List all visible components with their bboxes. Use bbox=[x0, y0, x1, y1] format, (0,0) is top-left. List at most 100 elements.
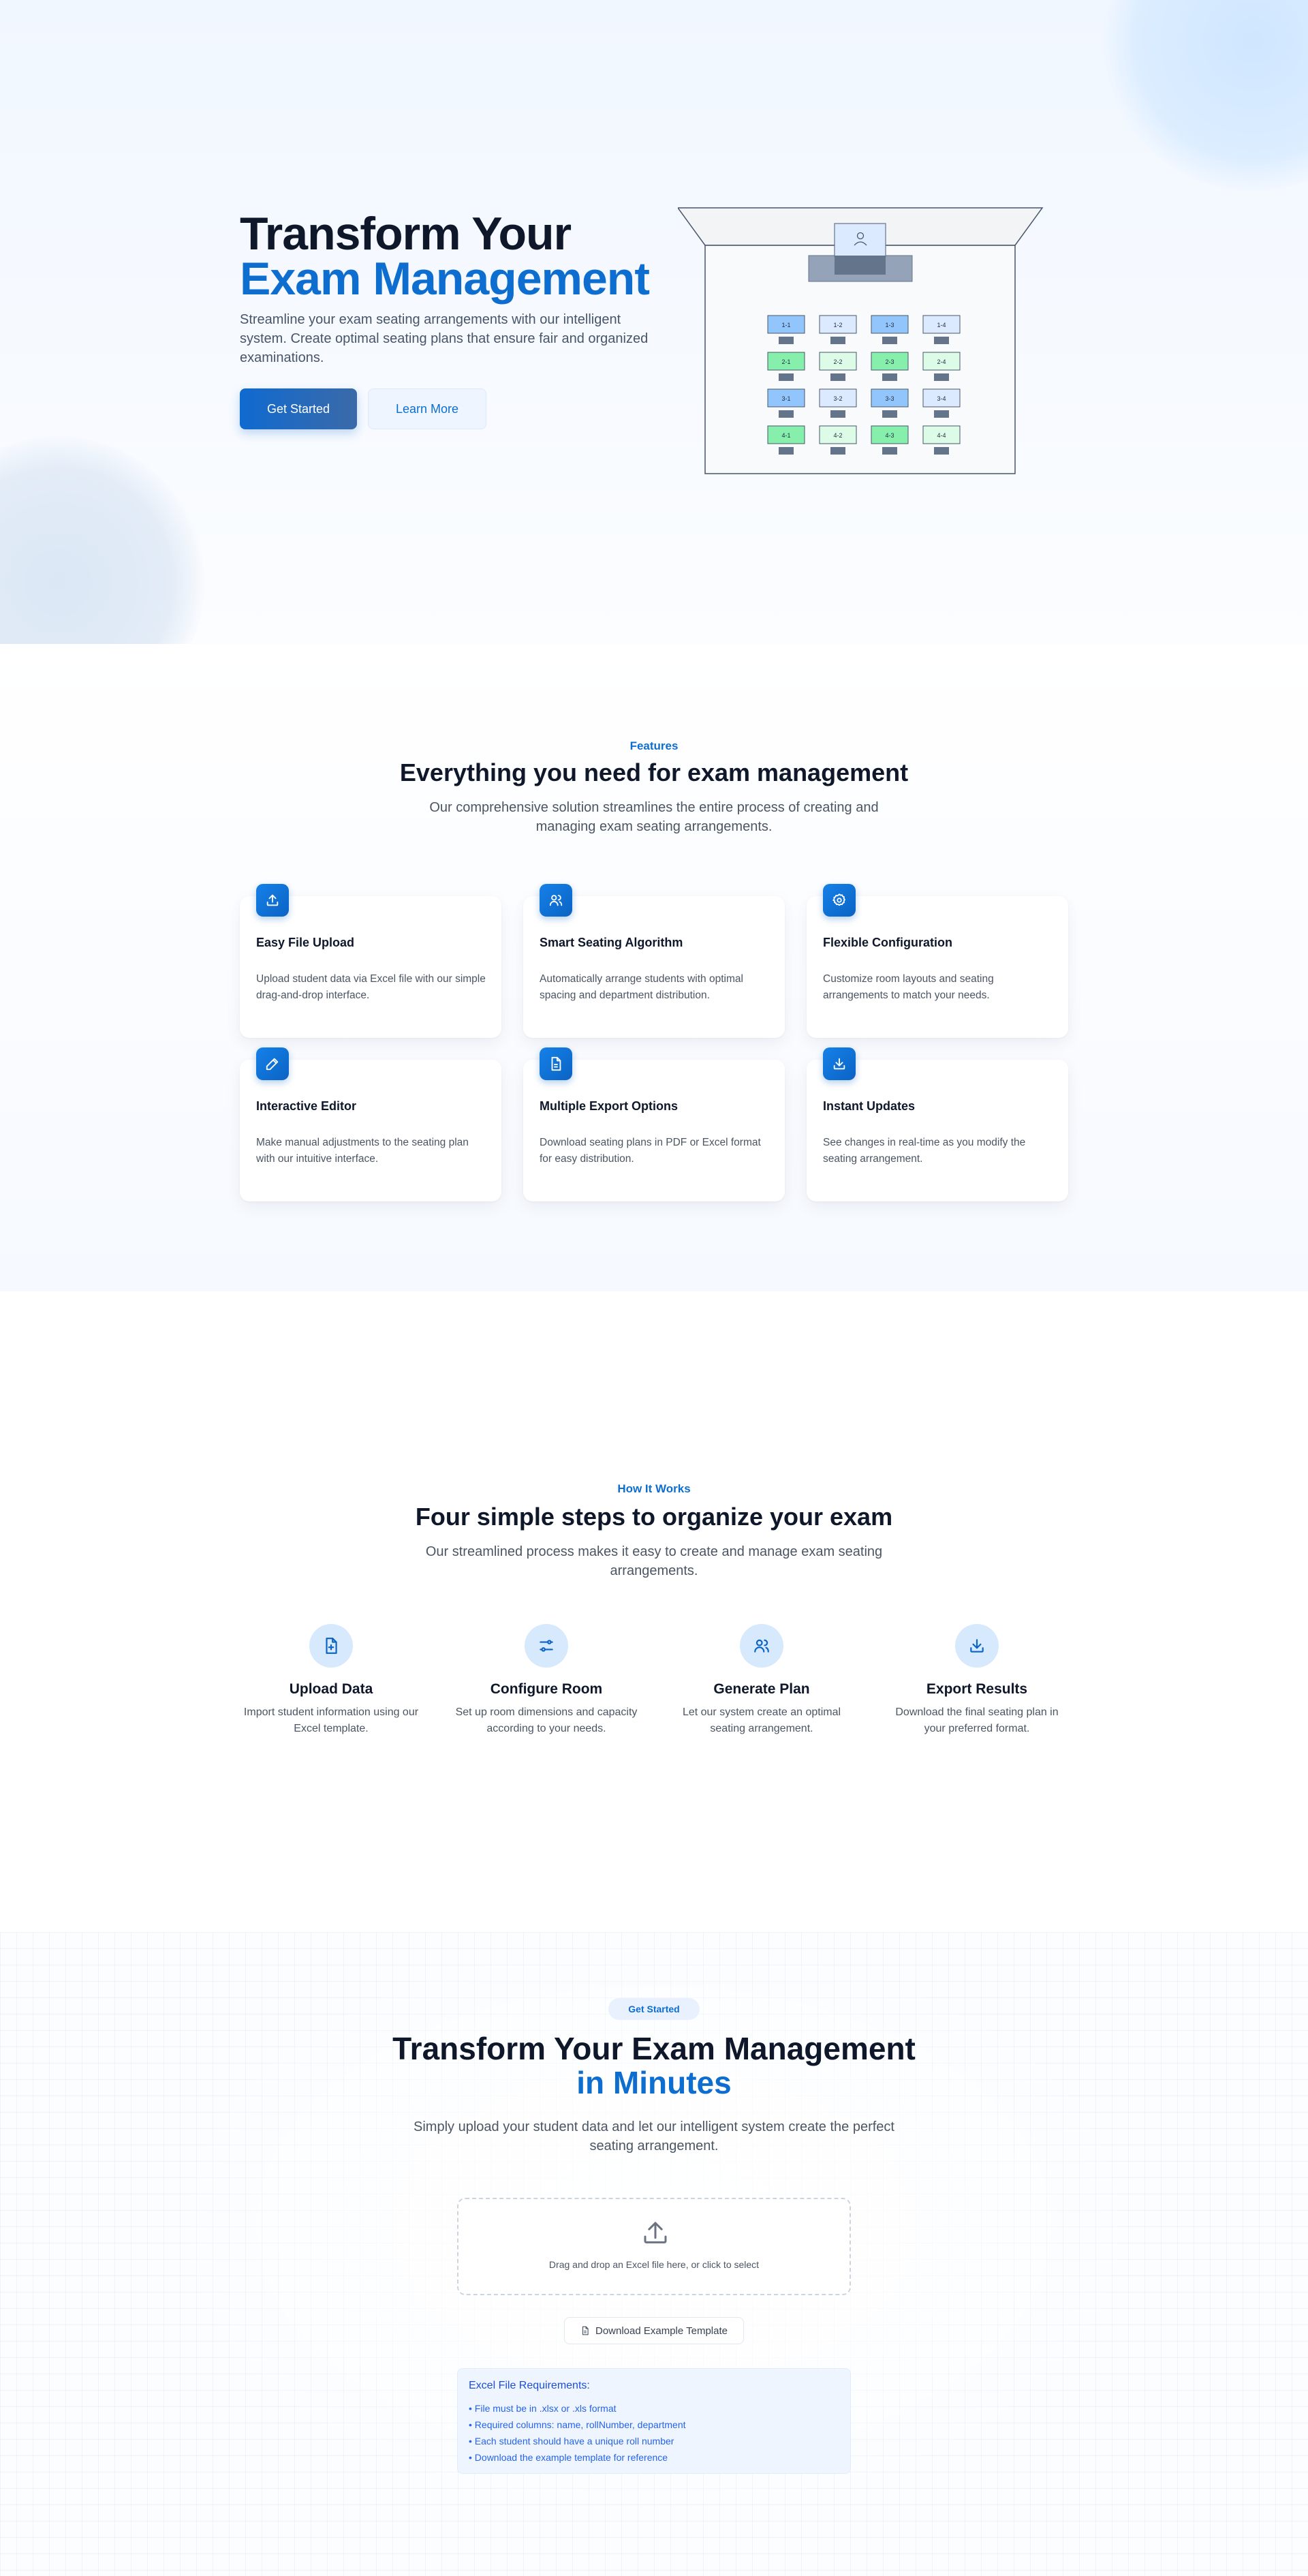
student-chair bbox=[830, 337, 845, 344]
teacher-station bbox=[834, 223, 886, 257]
learn-more-button[interactable]: Learn More bbox=[368, 388, 486, 429]
seat-label: 4-2 bbox=[833, 432, 842, 439]
hero-title-line2: Exam Management bbox=[240, 253, 650, 305]
step-title: Upload Data bbox=[289, 1681, 373, 1697]
dropzone-text: Drag and drop an Excel file here, or cli… bbox=[548, 2259, 760, 2270]
features-section: Features Everything you need for exam ma… bbox=[0, 644, 1308, 1291]
student-chair bbox=[934, 373, 949, 381]
student-chair bbox=[830, 373, 845, 381]
feature-description: Download seating plans in PDF or Excel f… bbox=[540, 1137, 761, 1165]
requirement-item: • Required columns: name, rollNumber, de… bbox=[469, 2419, 686, 2430]
step-description: Import student information using our Exc… bbox=[243, 1706, 419, 1734]
seat-label: 2-1 bbox=[781, 358, 790, 365]
seat-label: 4-1 bbox=[781, 432, 790, 439]
student-chair bbox=[882, 337, 897, 344]
requirement-item: • File must be in .xlsx or .xls format bbox=[469, 2403, 617, 2414]
get-started-button[interactable]: Get Started bbox=[240, 388, 357, 429]
feature-card-upload: Easy File Upload Upload student data via… bbox=[240, 884, 501, 1038]
seat-label: 1-1 bbox=[781, 322, 790, 328]
step-description: Let our system create an optimal seating… bbox=[682, 1706, 841, 1734]
users-icon bbox=[740, 1624, 783, 1668]
how-it-works-eyebrow: How It Works bbox=[617, 1482, 691, 1495]
feature-title: Flexible Configuration bbox=[823, 936, 953, 949]
get-started-badge: Get Started bbox=[608, 1998, 700, 2020]
step-title: Configure Room bbox=[490, 1681, 603, 1697]
decorative-blob bbox=[0, 436, 204, 644]
download-template-label: Download Example Template bbox=[595, 2325, 728, 2337]
step-generate-plan: Generate Plan Let our system create an o… bbox=[659, 1624, 864, 1737]
student-chair bbox=[934, 337, 949, 344]
seat-label: 3-3 bbox=[885, 395, 894, 402]
sliders-icon bbox=[525, 1624, 568, 1668]
seat-label: 3-1 bbox=[781, 395, 790, 402]
feature-title: Interactive Editor bbox=[256, 1099, 357, 1113]
feature-description: Automatically arrange students with opti… bbox=[540, 973, 743, 1001]
get-started-section: Get Started Transform Your Exam Manageme… bbox=[0, 1932, 1308, 2576]
upload-icon bbox=[644, 2222, 667, 2243]
hero-section: Transform Your Exam Management Streamlin… bbox=[0, 0, 1308, 644]
seat-label: 2-2 bbox=[833, 358, 842, 365]
student-chair bbox=[934, 447, 949, 455]
student-chair bbox=[779, 373, 794, 381]
feature-card-updates: Instant Updates See changes in real-time… bbox=[807, 1047, 1068, 1201]
seat-label: 3-2 bbox=[833, 395, 842, 402]
download-icon bbox=[955, 1624, 999, 1668]
pencil-icon bbox=[256, 1047, 289, 1080]
step-configure-room: Configure Room Set up room dimensions an… bbox=[444, 1624, 649, 1737]
step-title: Generate Plan bbox=[713, 1681, 810, 1697]
gear-icon bbox=[823, 884, 856, 917]
classroom-illustration: 1-1 1-2 1-3 1-4 2-1 2-2 2-3 2-4 3-1 3-2 3-3 3-4 4-1 4… bbox=[678, 207, 1044, 474]
step-export-results: Export Results Download the final seatin… bbox=[875, 1624, 1079, 1737]
how-it-works-subtitle: Our streamlined process makes it easy to… bbox=[425, 1544, 883, 1578]
users-icon bbox=[540, 884, 572, 917]
file-plus-icon bbox=[309, 1624, 353, 1668]
feature-card-editor: Interactive Editor Make manual adjustmen… bbox=[240, 1047, 501, 1201]
seat-label: 4-4 bbox=[937, 432, 946, 439]
hero-subtitle: Streamline your exam seating arrangement… bbox=[240, 312, 649, 365]
step-description: Download the final seating plan in your … bbox=[895, 1706, 1059, 1734]
step-title: Export Results bbox=[926, 1681, 1028, 1697]
hero-title-line1: Transform Your bbox=[240, 208, 572, 260]
how-it-works-section: How It Works Four simple steps to organi… bbox=[0, 1291, 1308, 1932]
requirement-item: • Download the example template for refe… bbox=[469, 2452, 668, 2463]
requirements-list: • File must be in .xlsx or .xls format •… bbox=[469, 2400, 686, 2466]
feature-description: See changes in real-time as you modify t… bbox=[823, 1137, 1026, 1165]
feature-title: Smart Seating Algorithm bbox=[540, 936, 683, 949]
features-subtitle: Our comprehensive solution streamlines t… bbox=[429, 800, 879, 834]
get-started-title-line1: Transform Your Exam Management bbox=[392, 2031, 916, 2066]
student-chair bbox=[779, 410, 794, 418]
feature-title: Multiple Export Options bbox=[540, 1099, 678, 1113]
download-icon bbox=[823, 1047, 856, 1080]
get-started-title: Transform Your Exam Management in Minute… bbox=[0, 2031, 1308, 2100]
requirements-panel: Excel File Requirements: • File must be … bbox=[457, 2368, 851, 2474]
step-upload-data: Upload Data Import student information u… bbox=[229, 1624, 433, 1737]
feature-description: Upload student data via Excel file with … bbox=[256, 973, 486, 1001]
hero-title: Transform Your Exam Management bbox=[240, 208, 650, 305]
seat-label: 4-3 bbox=[885, 432, 894, 439]
student-chair bbox=[882, 410, 897, 418]
document-icon bbox=[540, 1047, 572, 1080]
features-eyebrow: Features bbox=[629, 739, 679, 752]
feature-card-configuration: Flexible Configuration Customize room la… bbox=[807, 884, 1068, 1038]
feature-card-algorithm: Smart Seating Algorithm Automatically ar… bbox=[523, 884, 785, 1038]
student-chair bbox=[830, 410, 845, 418]
student-chair bbox=[779, 337, 794, 344]
requirements-title: Excel File Requirements: bbox=[469, 2380, 590, 2391]
get-started-title-line2: in Minutes bbox=[576, 2065, 732, 2100]
decorative-blob bbox=[1104, 0, 1308, 191]
file-dropzone[interactable]: Drag and drop an Excel file here, or cli… bbox=[457, 2198, 851, 2295]
seat-label: 2-3 bbox=[885, 358, 894, 365]
student-chair bbox=[830, 447, 845, 455]
feature-card-export: Multiple Export Options Download seating… bbox=[523, 1047, 785, 1201]
feature-title: Instant Updates bbox=[823, 1099, 916, 1113]
requirement-item: • Each student should have a unique roll… bbox=[469, 2436, 674, 2447]
teacher-chair bbox=[835, 256, 886, 275]
seat-label: 1-3 bbox=[885, 322, 894, 328]
seat-label: 3-4 bbox=[937, 395, 946, 402]
seat-label: 1-4 bbox=[937, 322, 946, 328]
download-template-button[interactable]: Download Example Template bbox=[564, 2317, 744, 2344]
feature-description: Make manual adjustments to the seating p… bbox=[256, 1137, 469, 1165]
get-started-subtitle: Simply upload your student data and let … bbox=[414, 2119, 894, 2153]
student-chair bbox=[882, 447, 897, 455]
how-it-works-title: Four simple steps to organize your exam bbox=[415, 1503, 893, 1531]
